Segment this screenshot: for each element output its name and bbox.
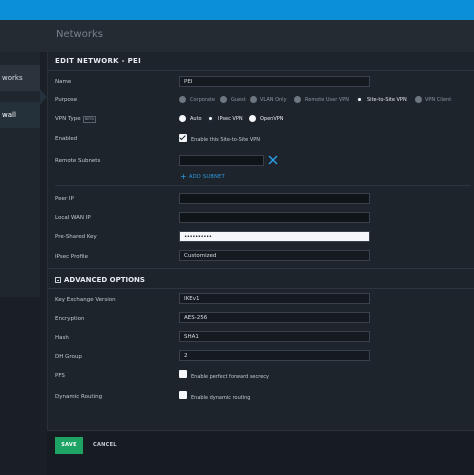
page-title: Networks bbox=[56, 29, 103, 40]
dynamic-routing-label: Dynamic Routing bbox=[55, 394, 103, 400]
top-accent-bar bbox=[0, 0, 474, 20]
add-subnet-button[interactable]: + ADD SUBNET bbox=[180, 171, 225, 181]
sidebar: works wall bbox=[0, 52, 40, 297]
divider bbox=[47, 268, 474, 269]
save-button[interactable]: SAVE bbox=[55, 437, 83, 454]
purpose-corporate-label: Corporate bbox=[190, 97, 215, 103]
ipsec-profile-select[interactable]: Customized bbox=[179, 250, 370, 261]
dynamic-routing-checkbox[interactable] bbox=[179, 391, 187, 399]
divider bbox=[47, 70, 474, 71]
pfs-checkbox-label: Enable perfect forward secrecy bbox=[191, 374, 269, 380]
purpose-site-to-site-vpn-label: Site-to-Site VPN bbox=[367, 97, 407, 103]
enabled-checkbox[interactable] bbox=[179, 134, 187, 142]
hash-label: Hash bbox=[55, 335, 69, 341]
plus-icon: + bbox=[180, 172, 188, 181]
dynamic-routing-checkbox-label: Enable dynamic routing bbox=[191, 395, 251, 401]
collapse-icon bbox=[55, 277, 61, 283]
key-exchange-label: Key Exchange Version bbox=[55, 297, 116, 303]
vpn-type-ipsec-radio[interactable] bbox=[207, 115, 214, 122]
remote-subnets-label: Remote Subnets bbox=[55, 158, 101, 164]
vpn-type-openvpn-radio[interactable] bbox=[249, 115, 256, 122]
purpose-site-to-site-vpn-radio[interactable] bbox=[356, 96, 363, 103]
purpose-corporate-radio[interactable] bbox=[179, 96, 186, 103]
purpose-remote-user-vpn-label: Remote User VPN bbox=[305, 97, 350, 103]
remote-subnet-input[interactable] bbox=[179, 155, 264, 166]
hash-select[interactable]: SHA1 bbox=[179, 331, 370, 342]
beta-badge: BETA bbox=[83, 116, 96, 123]
local-wan-ip-label: Local WAN IP bbox=[55, 215, 91, 221]
page-header: Networks bbox=[0, 20, 474, 52]
ipsec-profile-label: IPsec Profile bbox=[55, 254, 88, 260]
advanced-options-title: ADVANCED OPTIONS bbox=[64, 276, 145, 284]
vpn-type-label: VPN Type bbox=[55, 116, 81, 122]
sidebar-item-firewall[interactable]: wall bbox=[0, 102, 40, 128]
enabled-checkbox-label: Enable this Site-to-Site VPN bbox=[191, 137, 261, 143]
add-subnet-label: ADD SUBNET bbox=[189, 174, 225, 180]
name-input[interactable]: PEI bbox=[179, 76, 370, 87]
encryption-select[interactable]: AES-256 bbox=[179, 312, 370, 323]
sidebar-selected-arrow bbox=[40, 89, 47, 105]
purpose-vpn-client-label: VPN Client bbox=[425, 97, 452, 103]
pre-shared-key-label: Pre-Shared Key bbox=[55, 234, 97, 240]
divider bbox=[55, 185, 470, 186]
purpose-remote-user-vpn-radio[interactable] bbox=[294, 96, 301, 103]
cancel-button[interactable]: CANCEL bbox=[93, 437, 117, 454]
purpose-vlan-only-radio[interactable] bbox=[250, 96, 257, 103]
purpose-guest-radio[interactable] bbox=[220, 96, 227, 103]
remove-subnet-icon[interactable] bbox=[268, 155, 278, 165]
enabled-label: Enabled bbox=[55, 136, 78, 142]
divider bbox=[47, 288, 474, 289]
peer-ip-input[interactable] bbox=[179, 193, 370, 204]
purpose-label: Purpose bbox=[55, 97, 78, 103]
pfs-label: PFS bbox=[55, 373, 65, 379]
peer-ip-label: Peer IP bbox=[55, 196, 74, 202]
vpn-type-ipsec-label: IPsec VPN bbox=[218, 116, 243, 122]
vpn-type-auto-label: Auto bbox=[190, 116, 202, 122]
sidebar-item-networks[interactable]: works bbox=[0, 65, 40, 91]
name-label: Name bbox=[55, 79, 72, 85]
advanced-options-toggle[interactable]: ADVANCED OPTIONS bbox=[55, 276, 145, 284]
sidebar-lower-area bbox=[0, 297, 40, 474]
vpn-type-openvpn-label: OpenVPN bbox=[260, 116, 284, 122]
local-wan-ip-input[interactable] bbox=[179, 212, 370, 223]
dh-group-select[interactable]: 2 bbox=[179, 350, 370, 361]
dh-group-label: DH Group bbox=[55, 354, 82, 360]
vpn-type-auto-radio[interactable] bbox=[179, 115, 186, 122]
encryption-label: Encryption bbox=[55, 316, 85, 322]
key-exchange-select[interactable]: IKEv1 bbox=[179, 293, 370, 304]
purpose-guest-label: Guest bbox=[231, 97, 246, 103]
section-title: EDIT NETWORK - PEI bbox=[55, 57, 142, 65]
purpose-vpn-client-radio[interactable] bbox=[415, 96, 422, 103]
pfs-checkbox[interactable] bbox=[179, 370, 187, 378]
pre-shared-key-input[interactable]: •••••••••• bbox=[179, 231, 370, 242]
purpose-vlan-only-label: VLAN Only bbox=[260, 97, 287, 103]
